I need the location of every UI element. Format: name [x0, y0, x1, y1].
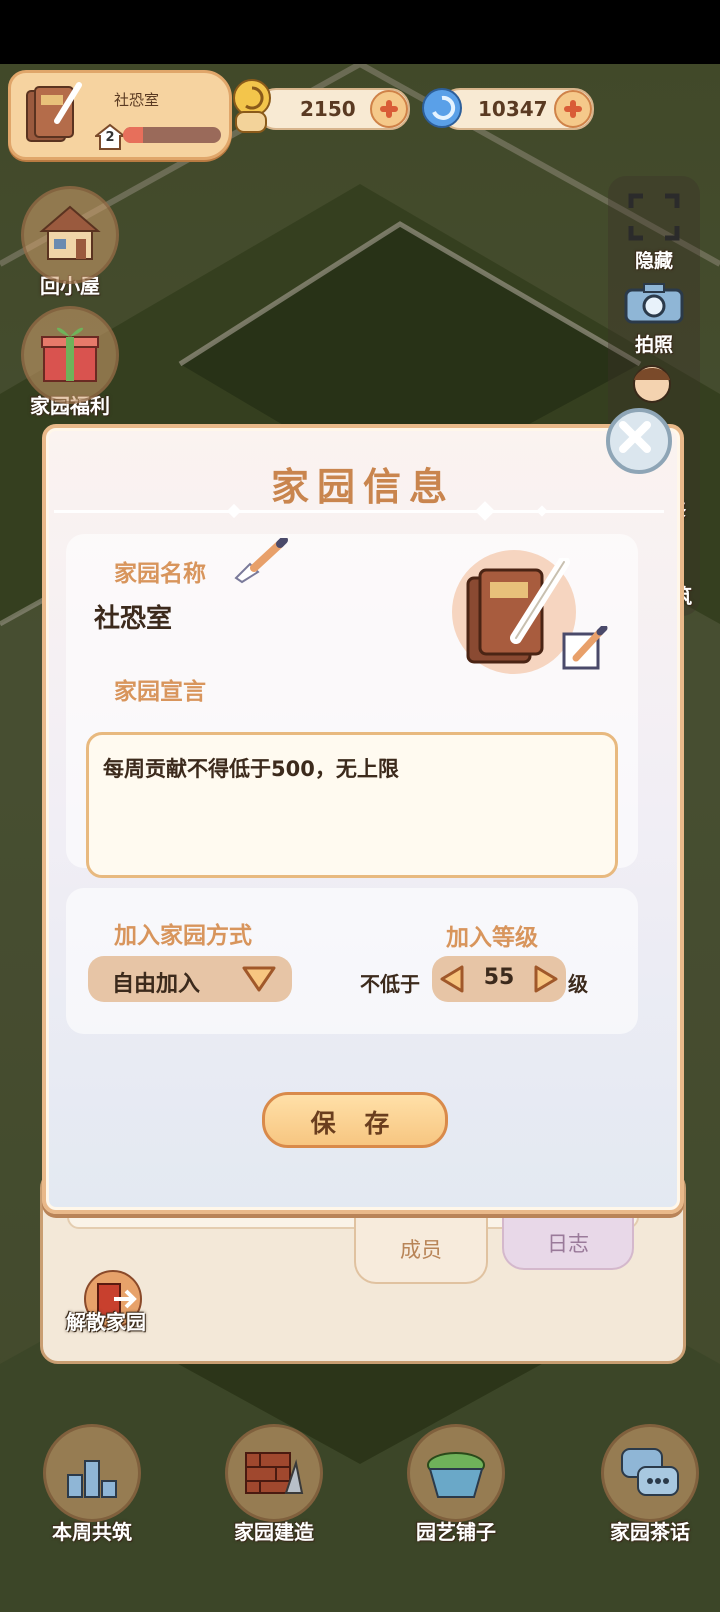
disband-home-label: 解散家园: [66, 1310, 146, 1334]
add-gems-button[interactable]: [554, 90, 592, 128]
join-method-value: 自由加入: [112, 972, 201, 997]
home-motto-value: 每周贡献不得低于500，无上限: [103, 757, 399, 781]
garden-shop-button[interactable]: 园艺铺子: [396, 1424, 516, 1545]
camera-icon: [624, 283, 684, 324]
status-bar: [0, 0, 720, 64]
home-name: 社恐室: [114, 91, 160, 109]
home-motto-label: 家园宣言: [114, 679, 206, 705]
tab-members[interactable]: 成员: [354, 1212, 488, 1284]
gift-icon: [41, 327, 99, 382]
podium-icon: [67, 1460, 117, 1498]
back-to-cottage-button[interactable]: 回小屋: [20, 186, 120, 299]
photo-label: 拍照: [634, 334, 673, 356]
title-divider: [54, 510, 664, 513]
min-level-prefix: 不低于: [360, 972, 420, 996]
home-name-value: 社恐室: [94, 604, 173, 634]
join-method-label: 加入家园方式: [114, 923, 252, 949]
coin-value: 2150: [300, 97, 356, 121]
garden-shop-icon-bg: [407, 1424, 505, 1522]
dialog-title: 家园信息: [270, 465, 455, 509]
home-level-value: 2: [105, 130, 115, 145]
add-coins-button[interactable]: [370, 90, 408, 128]
character-icon: [633, 365, 671, 403]
home-book-icon: [466, 558, 570, 664]
level-suffix: 级: [568, 972, 588, 996]
home-book-icon: [26, 82, 82, 142]
frame-corners-icon: [628, 193, 680, 241]
cottage-icon-bg: [21, 186, 119, 284]
weekly-build-button[interactable]: 本周共筑: [32, 1424, 152, 1545]
join-level-label: 加入等级: [446, 925, 538, 951]
home-motto-input[interactable]: 每周贡献不得低于500，无上限: [86, 732, 618, 878]
chevron-down-icon: [242, 966, 276, 992]
hide-ui-label: 隐藏: [634, 250, 673, 272]
gem-value: 10347: [478, 97, 548, 121]
snail-mascot-icon: [233, 79, 271, 133]
tab-log-label: 日志: [547, 1232, 589, 1256]
home-welfare-button[interactable]: 家园福利: [12, 306, 128, 419]
swirl-gem-icon: [422, 88, 462, 128]
edit-name-icon[interactable]: [232, 538, 290, 586]
home-level: 2: [93, 123, 127, 151]
min-level-stepper: 55: [432, 956, 566, 1002]
save-button[interactable]: 保 存: [262, 1092, 448, 1148]
weekly-build-icon-bg: [43, 1424, 141, 1522]
home-progress-fill: [123, 127, 143, 143]
close-dialog-button[interactable]: [606, 408, 672, 474]
home-badge[interactable]: 社恐室 2: [8, 70, 232, 160]
tab-members-label: 成员: [400, 1238, 442, 1262]
hide-ui-button[interactable]: 隐藏: [612, 192, 696, 273]
home-avatar: [452, 550, 576, 674]
join-method-select[interactable]: 自由加入: [88, 956, 292, 1002]
home-construction-icon-bg: [225, 1424, 323, 1522]
coin-counter: 2150: [256, 88, 410, 130]
save-button-label: 保 存: [310, 1109, 400, 1138]
home-info-dialog: 家园信息 家园名称 社恐室 家园宣言 每周贡献不得低于500，无上限 加入家园方…: [42, 424, 684, 1214]
chat-bubbles-icon: [621, 1448, 679, 1496]
gift-icon-bg: [21, 306, 119, 404]
home-chat-button[interactable]: 家园茶话: [590, 1424, 710, 1545]
cottage-icon: [39, 205, 101, 260]
home-name-label: 家园名称: [114, 561, 206, 587]
home-chat-icon-bg: [601, 1424, 699, 1522]
increase-level-icon[interactable]: [534, 965, 558, 993]
home-progress-bar: [123, 127, 221, 143]
photo-button[interactable]: 拍照: [612, 280, 696, 357]
bricks-trowel-icon: [245, 1452, 304, 1494]
planter-basket-icon: [427, 1452, 485, 1498]
edit-avatar-icon[interactable]: [560, 626, 608, 674]
close-icon: [619, 421, 651, 453]
tab-log[interactable]: 日志: [502, 1212, 634, 1270]
home-construction-button[interactable]: 家园建造: [214, 1424, 334, 1545]
